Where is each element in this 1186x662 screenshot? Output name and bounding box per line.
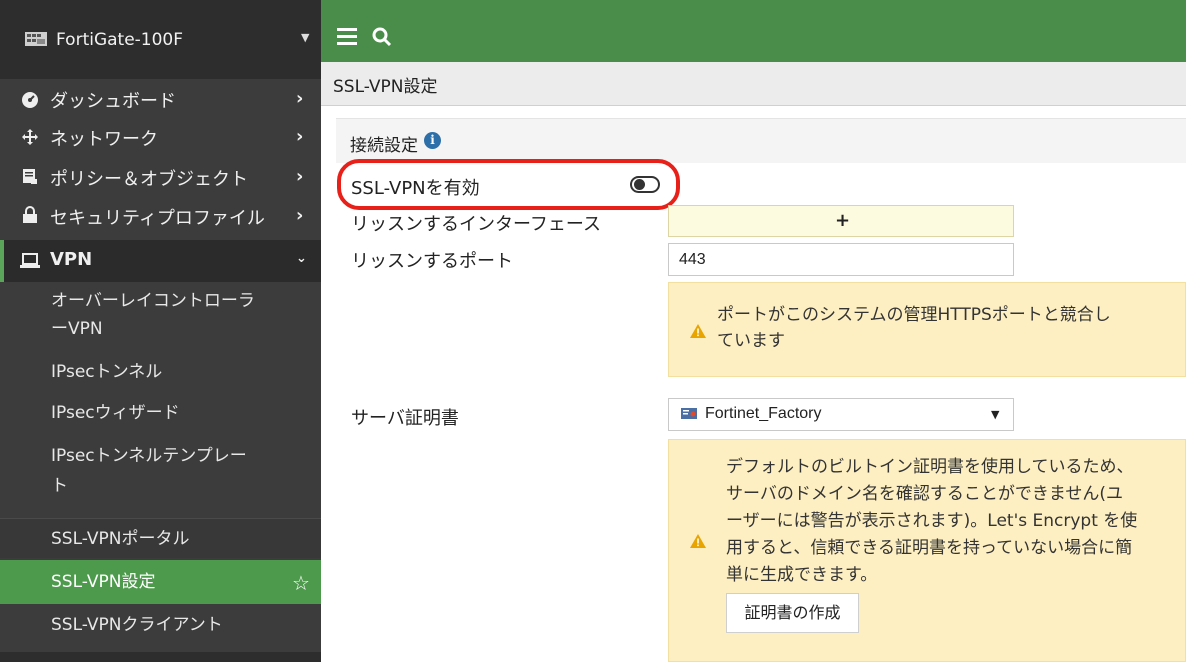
chevron-down-icon: ⌄ — [296, 251, 307, 266]
sidebar-item-ipsec-tunnel[interactable]: IPsecトンネル — [0, 356, 321, 392]
add-interface-button[interactable]: + — [835, 210, 850, 231]
sidebar-item-label: セキュリティプロファイル — [50, 208, 265, 229]
sidebar-item-label: SSL-VPN設定 — [51, 572, 156, 592]
star-icon[interactable]: ☆ — [292, 571, 310, 595]
sidebar-item-label: ポリシー＆オブジェクト — [50, 169, 248, 190]
sidebar-item-ssl-vpn-portal[interactable]: SSL-VPNポータル — [0, 518, 321, 558]
port-warning-line1: ポートがこのシステムの管理HTTPSポートと競合し — [717, 305, 1111, 325]
enable-ssl-vpn-toggle[interactable] — [630, 176, 660, 193]
device-name: FortiGate-100F — [56, 30, 184, 50]
sidebar-item-label-line2: ーVPN — [51, 319, 103, 339]
sidebar: FortiGate-100F ▼ ダッシュボード › ネットワーク › ポリシー… — [0, 0, 321, 662]
sidebar-item-ipsec-tunnel-template[interactable]: IPsecトンネルテンプレー ト — [0, 440, 321, 510]
sidebar-item-dashboard[interactable]: ダッシュボード › — [0, 79, 321, 121]
info-icon[interactable]: i — [424, 132, 441, 149]
sidebar-item-network[interactable]: ネットワーク › — [0, 121, 321, 161]
chevron-right-icon: › — [296, 166, 304, 187]
cert-warning-line: 用すると、信頼できる証明書を持っていない場合に簡 — [726, 538, 1133, 558]
enable-ssl-vpn-label: SSL-VPNを有効 — [351, 178, 480, 199]
server-cert-value: Fortinet_Factory — [705, 405, 822, 422]
listen-port-input[interactable]: 443 — [668, 243, 1014, 276]
section-header: 接続設定 i — [336, 118, 1186, 163]
laptop-icon — [20, 251, 40, 271]
warning-icon — [690, 324, 706, 338]
sidebar-item-ipsec-wizard[interactable]: IPsecウィザード — [0, 397, 321, 433]
server-cert-label: サーバ証明書 — [351, 408, 459, 429]
sidebar-item-ssl-vpn-settings[interactable]: SSL-VPN設定 ☆ — [0, 560, 321, 604]
sidebar-item-ssl-vpn-client[interactable]: SSL-VPNクライアント — [0, 606, 321, 646]
cert-warning-line: 単に生成できます。 — [726, 565, 878, 585]
dashboard-icon — [20, 90, 40, 110]
listen-port-label: リッスンするポート — [351, 251, 513, 272]
cert-warning: デフォルトのビルトイン証明書を使用しているため、 サーバのドメイン名を確認するこ… — [668, 439, 1186, 662]
hamburger-menu-icon[interactable] — [337, 28, 357, 46]
cert-warning-line: ーザーには警告が表示されます)。Let's Encrypt を使 — [726, 511, 1138, 531]
sidebar-item-label: ダッシュボード — [50, 91, 176, 112]
sidebar-item-security-profile[interactable]: セキュリティプロファイル › — [0, 201, 321, 240]
sidebar-item-label: IPsecトンネル — [51, 362, 163, 382]
cert-warning-line: サーバのドメイン名を確認することができません(ユ — [726, 484, 1123, 504]
create-certificate-button[interactable]: 証明書の作成 — [726, 593, 859, 633]
device-icon — [25, 32, 47, 46]
page-header: SSL-VPN設定 — [321, 62, 1186, 106]
device-caret-icon[interactable]: ▼ — [301, 31, 309, 44]
certificate-icon — [681, 408, 697, 419]
chevron-right-icon: › — [296, 205, 304, 226]
sidebar-item-label: IPsecウィザード — [51, 403, 180, 423]
sidebar-item-overlay-controller-vpn[interactable]: オーバーレイコントローラ ーVPN — [0, 282, 321, 352]
section-title: 接続設定 — [350, 136, 418, 156]
warning-icon — [690, 534, 706, 548]
page-title: SSL-VPN設定 — [333, 77, 438, 97]
chevron-down-icon: ▼ — [991, 408, 1000, 421]
chevron-right-icon: › — [296, 88, 304, 109]
sidebar-item-label: SSL-VPNポータル — [51, 529, 190, 549]
sidebar-item-vpn[interactable]: VPN ⌄ — [0, 240, 321, 282]
lock-icon — [20, 205, 40, 225]
chevron-right-icon: › — [296, 126, 304, 147]
sidebar-item-label-line2: ト — [51, 476, 68, 496]
port-conflict-warning: ポートがこのシステムの管理HTTPSポートと競合し ています — [668, 282, 1186, 377]
device-header[interactable]: FortiGate-100F ▼ — [0, 0, 321, 79]
listen-interface-label: リッスンするインターフェース — [351, 214, 602, 235]
search-icon[interactable] — [371, 26, 393, 48]
sidebar-next-item — [0, 652, 321, 662]
server-cert-select[interactable]: Fortinet_Factory ▼ — [668, 398, 1014, 431]
policy-icon — [20, 166, 40, 186]
sidebar-item-label-line1: IPsecトンネルテンプレー — [51, 446, 247, 466]
listen-interface-field[interactable]: + — [668, 205, 1014, 237]
port-warning-line2: ています — [717, 331, 785, 351]
sidebar-item-policy[interactable]: ポリシー＆オブジェクト › — [0, 161, 321, 201]
sidebar-item-label: ネットワーク — [50, 129, 158, 150]
cert-warning-line: デフォルトのビルトイン証明書を使用しているため、 — [726, 457, 1134, 477]
network-icon — [20, 127, 40, 147]
sidebar-item-label: SSL-VPNクライアント — [51, 615, 223, 635]
sidebar-item-label: VPN — [50, 249, 93, 270]
main-content: 接続設定 i SSL-VPNを有効 リッスンするインターフェース + リッスンす… — [321, 106, 1186, 662]
